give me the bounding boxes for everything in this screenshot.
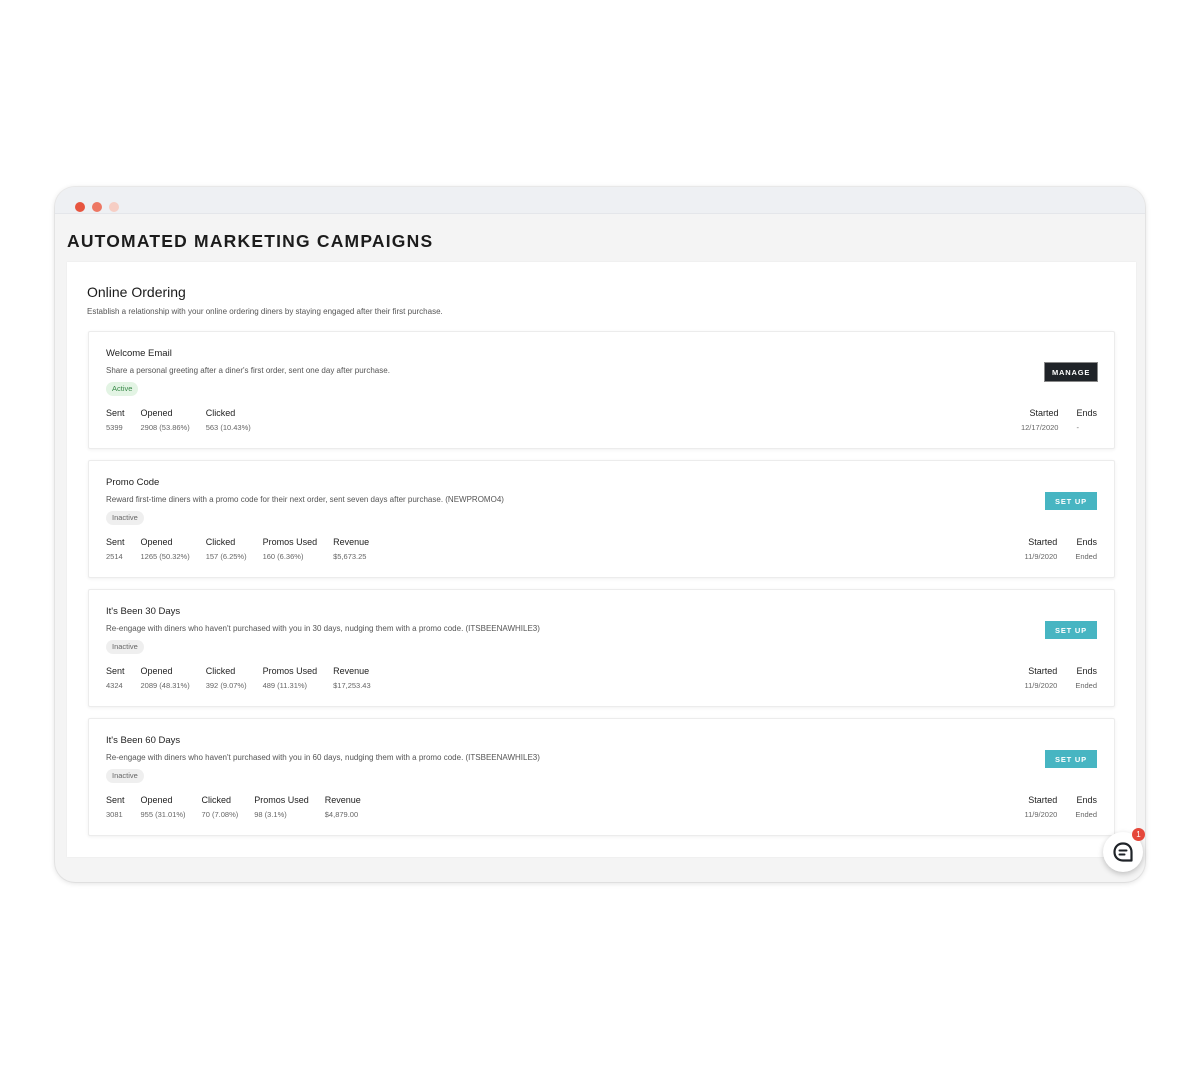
campaign-card-60-days: It's Been 60 Days Re-engage with diners … (88, 718, 1115, 836)
stat-opened: Opened 2908 (53.86%) (140, 408, 190, 432)
stat-clicked: Clicked 70 (7.08%) (201, 795, 239, 819)
status-badge: Inactive (106, 511, 144, 525)
set-up-button[interactable]: SET UP (1045, 492, 1097, 510)
campaign-card-30-days: It's Been 30 Days Re-engage with diners … (88, 589, 1115, 707)
status-badge: Inactive (106, 769, 144, 783)
stat-started: Started 11/9/2020 (1024, 666, 1058, 690)
stat-ends: Ends Ended (1075, 795, 1097, 819)
stat-ends: Ends - (1076, 408, 1097, 432)
campaign-dates: Started 12/17/2020 Ends - (1003, 408, 1097, 432)
status-badge: Inactive (106, 640, 144, 654)
stat-ends: Ends Ended (1075, 666, 1097, 690)
status-badge: Active (106, 382, 139, 396)
close-window-dot[interactable] (75, 202, 85, 212)
set-up-button[interactable]: SET UP (1045, 750, 1097, 768)
campaign-stats: Sent 3081 Opened 955 (31.01%) Clicked 70… (106, 795, 377, 819)
page-title: AUTOMATED MARKETING CAMPAIGNS (67, 231, 434, 251)
campaign-stats: Sent 2514 Opened 1265 (50.32%) Clicked 1… (106, 537, 385, 561)
campaign-description: Re-engage with diners who haven't purcha… (106, 624, 540, 633)
set-up-button[interactable]: SET UP (1045, 621, 1097, 639)
online-ordering-panel: Online Ordering Establish a relationship… (67, 262, 1136, 857)
stat-sent: Sent 5399 (106, 408, 125, 432)
campaign-title: It's Been 30 Days (106, 606, 181, 617)
campaign-dates: Started 11/9/2020 Ends Ended (1007, 537, 1098, 561)
stat-started: Started 11/9/2020 (1024, 795, 1058, 819)
minimize-window-dot[interactable] (92, 202, 102, 212)
stat-clicked: Clicked 157 (6.25%) (205, 537, 247, 561)
campaign-card-promo-code: Promo Code Reward first-time diners with… (88, 460, 1115, 578)
stat-clicked: Clicked 392 (9.07%) (205, 666, 247, 690)
stat-opened: Opened 1265 (50.32%) (140, 537, 190, 561)
stat-sent: Sent 4324 (106, 666, 125, 690)
campaign-description: Share a personal greeting after a diner'… (106, 366, 390, 375)
stat-opened: Opened 2089 (48.31%) (140, 666, 190, 690)
stat-promos-used: Promos Used 160 (6.36%) (262, 537, 318, 561)
campaign-title: It's Been 60 Days (106, 735, 181, 746)
campaign-dates: Started 11/9/2020 Ends Ended (1007, 795, 1098, 819)
stat-sent: Sent 3081 (106, 795, 125, 819)
campaign-card-welcome-email: Welcome Email Share a personal greeting … (88, 331, 1115, 449)
notification-badge: 1 (1132, 828, 1145, 841)
stat-promos-used: Promos Used 489 (11.31%) (262, 666, 318, 690)
stat-clicked: Clicked 563 (10.43%) (205, 408, 251, 432)
section-description: Establish a relationship with your onlin… (87, 307, 443, 316)
browser-window: AUTOMATED MARKETING CAMPAIGNS Online Ord… (55, 187, 1145, 882)
stat-opened: Opened 955 (31.01%) (140, 795, 186, 819)
stat-sent: Sent 2514 (106, 537, 125, 561)
campaign-title: Promo Code (106, 477, 160, 488)
chat-icon (1113, 842, 1133, 862)
stat-started: Started 12/17/2020 (1020, 408, 1059, 432)
campaign-description: Reward first-time diners with a promo co… (106, 495, 504, 504)
campaign-dates: Started 11/9/2020 Ends Ended (1007, 666, 1098, 690)
campaign-title: Welcome Email (106, 348, 172, 359)
stat-revenue: Revenue $4,879.00 (324, 795, 361, 819)
stat-started: Started 11/9/2020 (1024, 537, 1058, 561)
section-title: Online Ordering (87, 284, 186, 300)
window-titlebar (55, 187, 1145, 214)
stat-promos-used: Promos Used 98 (3.1%) (254, 795, 309, 819)
stat-ends: Ends Ended (1075, 537, 1097, 561)
campaign-stats: Sent 5399 Opened 2908 (53.86%) Clicked 5… (106, 408, 267, 432)
campaign-stats: Sent 4324 Opened 2089 (48.31%) Clicked 3… (106, 666, 387, 690)
stat-revenue: Revenue $17,253.43 (333, 666, 371, 690)
campaign-description: Re-engage with diners who haven't purcha… (106, 753, 540, 762)
maximize-window-dot[interactable] (109, 202, 119, 212)
stat-revenue: Revenue $5,673.25 (333, 537, 370, 561)
manage-button[interactable]: MANAGE (1045, 363, 1097, 381)
